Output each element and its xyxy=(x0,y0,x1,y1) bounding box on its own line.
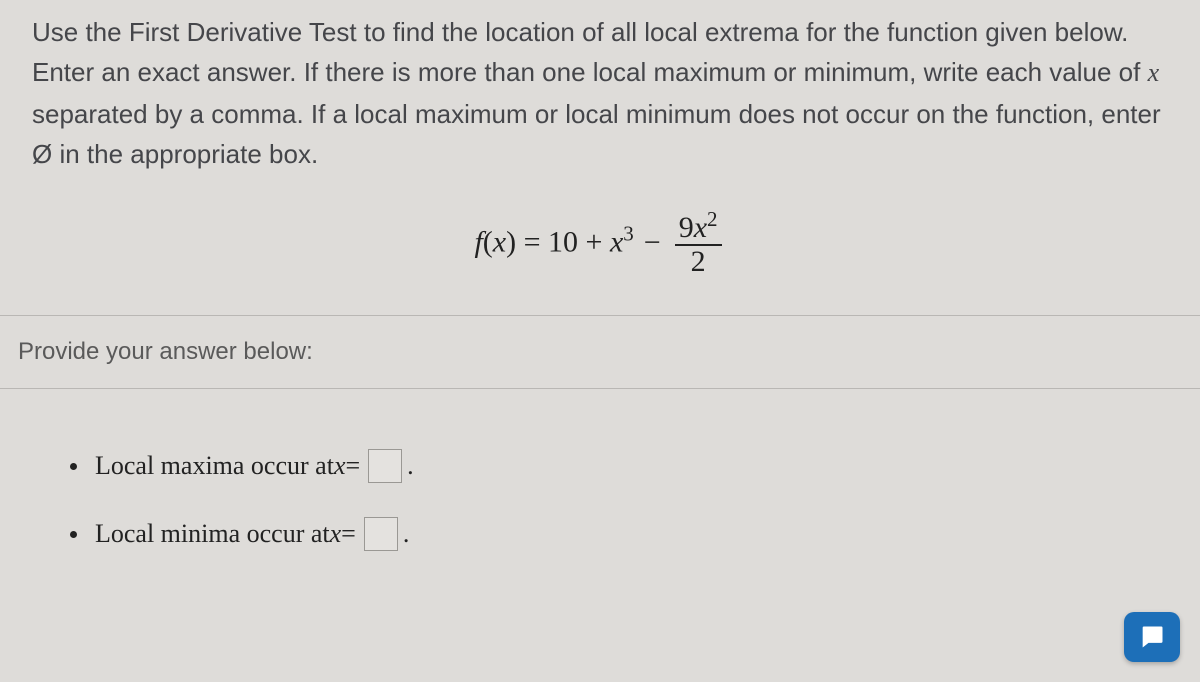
bullet-icon xyxy=(70,463,77,470)
maxima-eq: = xyxy=(346,451,361,481)
answer-area: Local maxima occur at x = . Local minima… xyxy=(0,389,1200,551)
fraction-denominator: 2 xyxy=(675,244,722,278)
local-maxima-line: Local maxima occur at x = . xyxy=(70,449,1168,483)
local-minima-input[interactable] xyxy=(364,517,398,551)
formula-fraction: 9x22 xyxy=(675,212,722,277)
formula-f: f xyxy=(474,226,482,259)
maxima-period: . xyxy=(407,451,414,481)
null-symbol: Ø xyxy=(32,139,52,169)
minima-eq: = xyxy=(341,519,356,549)
formula-term1-var: x xyxy=(610,226,623,259)
local-minima-line: Local minima occur at x = . xyxy=(70,517,1168,551)
formula-term1-coeff: 10 + xyxy=(548,226,610,259)
frac-num-var: x xyxy=(694,211,707,244)
formula-var: x xyxy=(493,226,506,259)
minima-var: x xyxy=(330,519,342,549)
question-part1: Use the First Derivative Test to find th… xyxy=(32,17,1148,87)
formula-term1-exp: 3 xyxy=(623,222,634,246)
question-part2: separated by a comma. If a local maximum… xyxy=(32,99,1161,129)
question-text: Use the First Derivative Test to find th… xyxy=(0,0,1200,198)
formula-open: ( xyxy=(483,226,493,259)
question-var-x: x xyxy=(1148,58,1160,87)
function-formula: f(x) = 10 + x3−9x22 xyxy=(0,198,1200,315)
formula-minus: − xyxy=(634,226,671,259)
frac-num-coeff: 9 xyxy=(679,211,694,244)
chat-icon xyxy=(1138,623,1166,651)
maxima-label: Local maxima occur at xyxy=(95,451,334,481)
chat-help-button[interactable] xyxy=(1124,612,1180,662)
minima-label: Local minima occur at xyxy=(95,519,330,549)
question-part3: in the appropriate box. xyxy=(52,139,318,169)
minima-period: . xyxy=(403,519,410,549)
local-maxima-input[interactable] xyxy=(368,449,402,483)
bullet-icon xyxy=(70,531,77,538)
fraction-numerator: 9x2 xyxy=(675,212,722,244)
formula-close-eq: ) = xyxy=(506,226,548,259)
maxima-var: x xyxy=(334,451,346,481)
frac-num-exp: 2 xyxy=(707,207,718,231)
answer-section-label: Provide your answer below: xyxy=(0,316,1200,388)
